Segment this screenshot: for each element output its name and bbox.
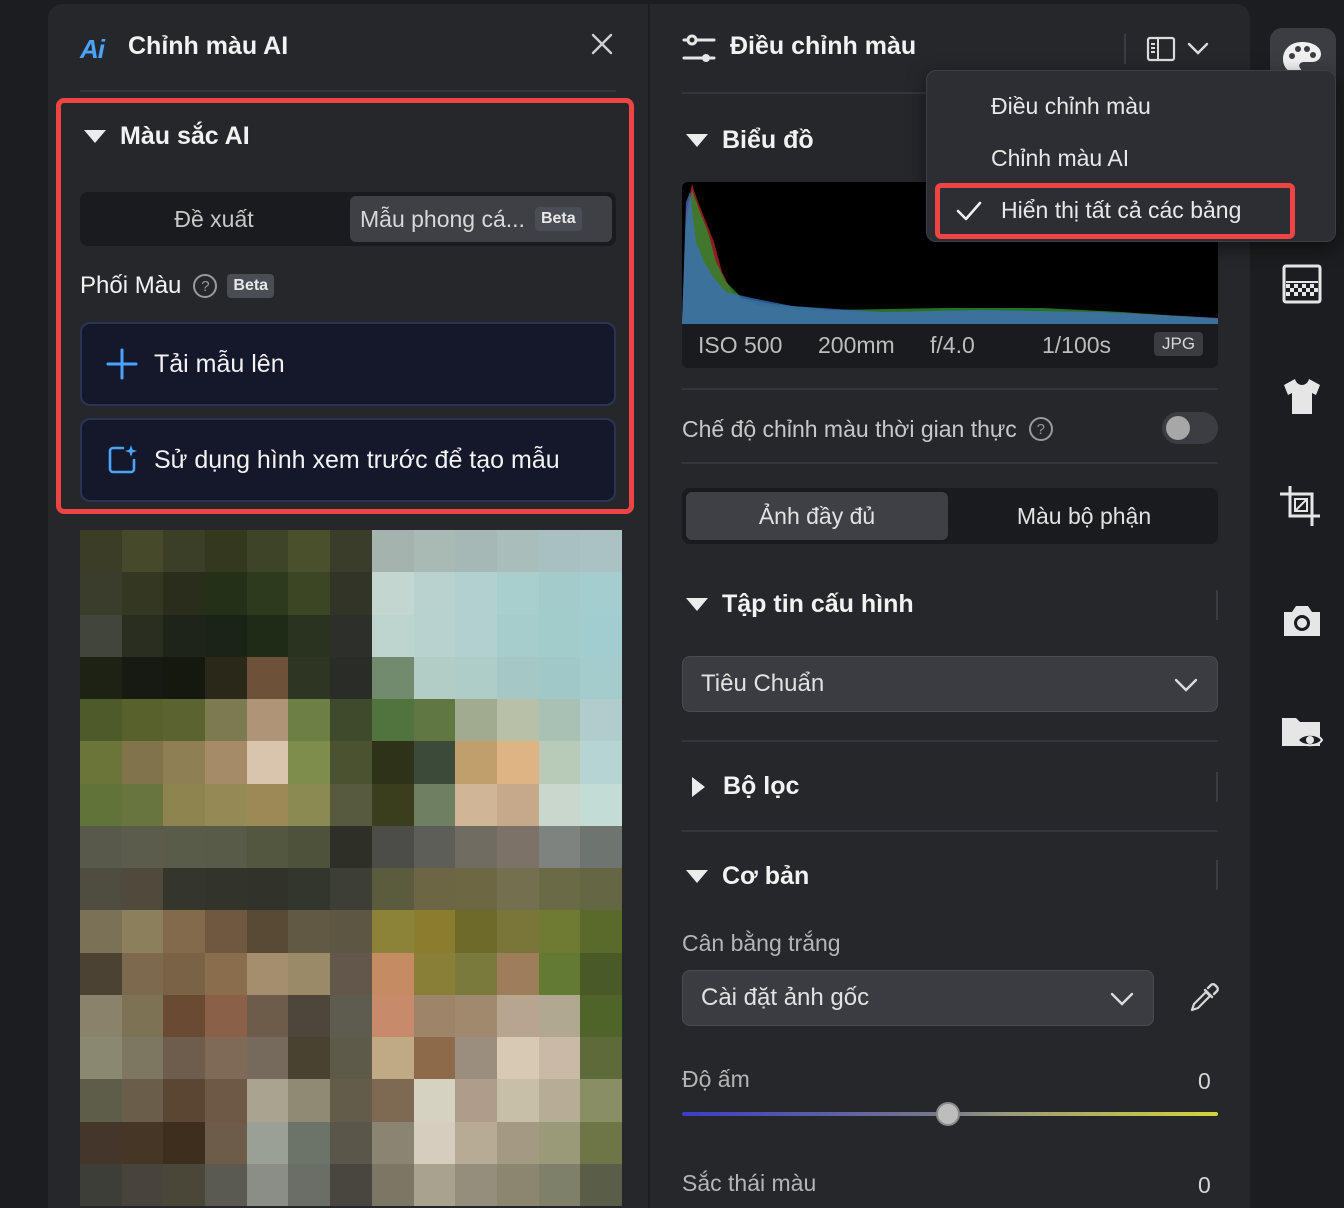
upload-label: Tải mẫu lên	[154, 350, 285, 378]
section-bar	[1216, 590, 1218, 620]
header-divider	[80, 90, 616, 92]
profile-section-title: Tập tin cấu hình	[722, 590, 914, 618]
realtime-toggle[interactable]	[1162, 412, 1218, 444]
white-balance-value: Cài đặt ảnh gốc	[701, 984, 870, 1011]
warmth-slider-handle[interactable]	[936, 1102, 960, 1126]
caret-down-icon	[686, 870, 708, 883]
ai-color-section-toggle[interactable]: Màu sắc AI	[84, 122, 250, 151]
basic-section-toggle[interactable]: Cơ bản	[686, 862, 809, 891]
section-divider	[682, 830, 1218, 832]
chevron-down-icon[interactable]	[1186, 38, 1210, 58]
adjust-panel-title: Điều chỉnh màu	[730, 32, 917, 60]
adjust-sliders-icon	[682, 34, 716, 62]
profile-section-toggle[interactable]: Tập tin cấu hình	[686, 590, 914, 619]
exif-shutter: 1/100s	[1042, 332, 1112, 358]
white-balance-dropdown[interactable]: Cài đặt ảnh gốc	[682, 970, 1154, 1026]
section-divider	[682, 388, 1218, 390]
toggle-knob	[1166, 416, 1190, 440]
chevron-down-icon	[1110, 992, 1134, 1006]
color-mix-header: Phối Màu ? Beta	[80, 272, 275, 300]
header-separator	[1124, 34, 1126, 64]
warmth-label: Độ ấm	[682, 1066, 750, 1092]
panel-layout-icon[interactable]	[1146, 36, 1176, 62]
beta-badge: Beta	[534, 207, 582, 231]
crop-icon[interactable]	[1280, 486, 1324, 526]
ai-color-panel: Ai Chỉnh màu AI Màu sắc AI Đề xuất Mẫu p…	[48, 4, 648, 1208]
ai-logo-icon: Ai	[80, 34, 105, 64]
histogram-section-toggle[interactable]: Biểu đồ	[686, 126, 814, 155]
tab-style-templates[interactable]: Mẫu phong cá... Beta	[350, 196, 612, 242]
realtime-label: Chế độ chỉnh màu thời gian thực	[682, 415, 1017, 442]
tab-label: Mẫu phong cá...	[360, 205, 525, 232]
section-bar	[1216, 860, 1218, 890]
camera-icon[interactable]	[1280, 600, 1324, 640]
tshirt-icon[interactable]	[1280, 376, 1324, 416]
ai-panel-title: Chỉnh màu AI	[128, 32, 289, 60]
ai-mode-tabs: Đề xuất Mẫu phong cá... Beta	[80, 192, 616, 246]
filter-section-title: Bộ lọc	[723, 772, 800, 800]
section-divider	[682, 740, 1218, 742]
warmth-value: 0	[1198, 1068, 1211, 1094]
menu-item-ai-color[interactable]: Chỉnh màu AI	[991, 145, 1129, 172]
plus-icon	[106, 348, 138, 380]
white-balance-label: Cân bằng trắng	[682, 930, 841, 956]
histogram-title: Biểu đồ	[722, 126, 814, 154]
format-badge: JPG	[1154, 332, 1204, 356]
eyedropper-icon[interactable]	[1188, 982, 1220, 1014]
tab-partial-color[interactable]: Màu bộ phận	[950, 488, 1218, 544]
menu-item-show-all-panels[interactable]: Hiển thị tất cả các bảng	[1001, 197, 1241, 224]
help-icon[interactable]: ?	[193, 274, 218, 298]
caret-down-icon	[84, 130, 106, 143]
section-divider	[682, 462, 1218, 464]
upload-template-button[interactable]: Tải mẫu lên	[80, 322, 616, 406]
preview-label: Sử dụng hình xem trước để tạo mẫu	[154, 446, 560, 474]
caret-down-icon	[686, 598, 708, 611]
tab-suggestions[interactable]: Đề xuất	[80, 192, 348, 246]
tab-full-image[interactable]: Ảnh đầy đủ	[686, 492, 948, 540]
sparkle-frame-icon	[108, 445, 137, 474]
caret-right-icon	[692, 776, 705, 797]
panel-options-menu: Điều chỉnh màu Chỉnh màu AI Hiển thị tất…	[926, 70, 1336, 242]
beta-badge: Beta	[227, 274, 275, 298]
view-tabs: Ảnh đầy đủ Màu bộ phận	[682, 488, 1218, 544]
help-icon[interactable]: ?	[1028, 417, 1053, 441]
use-preview-button[interactable]: Sử dụng hình xem trước để tạo mẫu	[80, 418, 616, 502]
profile-value: Tiêu Chuẩn	[701, 670, 825, 697]
chevron-down-icon	[1174, 678, 1198, 692]
photo-preview	[80, 530, 622, 1206]
basic-section-title: Cơ bản	[722, 862, 810, 890]
section-bar	[1216, 772, 1218, 802]
profile-dropdown[interactable]: Tiêu Chuẩn	[682, 656, 1218, 712]
filter-section-toggle[interactable]: Bộ lọc	[686, 772, 799, 801]
close-icon[interactable]	[588, 30, 616, 58]
mosaic-icon[interactable]	[1280, 264, 1324, 304]
realtime-row: Chế độ chỉnh màu thời gian thực ?	[682, 412, 1218, 446]
tint-value: 0	[1198, 1172, 1211, 1198]
tint-label: Sắc thái màu	[682, 1170, 817, 1196]
exif-iso: ISO 500	[698, 332, 783, 358]
check-icon	[956, 201, 982, 221]
exif-aperture: f/4.0	[930, 332, 975, 358]
exif-focal: 200mm	[818, 332, 895, 358]
ai-panel-header: Ai Chỉnh màu AI	[48, 4, 648, 92]
folder-eye-icon[interactable]	[1280, 712, 1324, 752]
caret-down-icon	[686, 134, 708, 147]
color-mix-title: Phối Màu	[80, 272, 182, 299]
section-title: Màu sắc AI	[120, 122, 250, 150]
menu-item-color-adjust[interactable]: Điều chỉnh màu	[991, 93, 1151, 120]
